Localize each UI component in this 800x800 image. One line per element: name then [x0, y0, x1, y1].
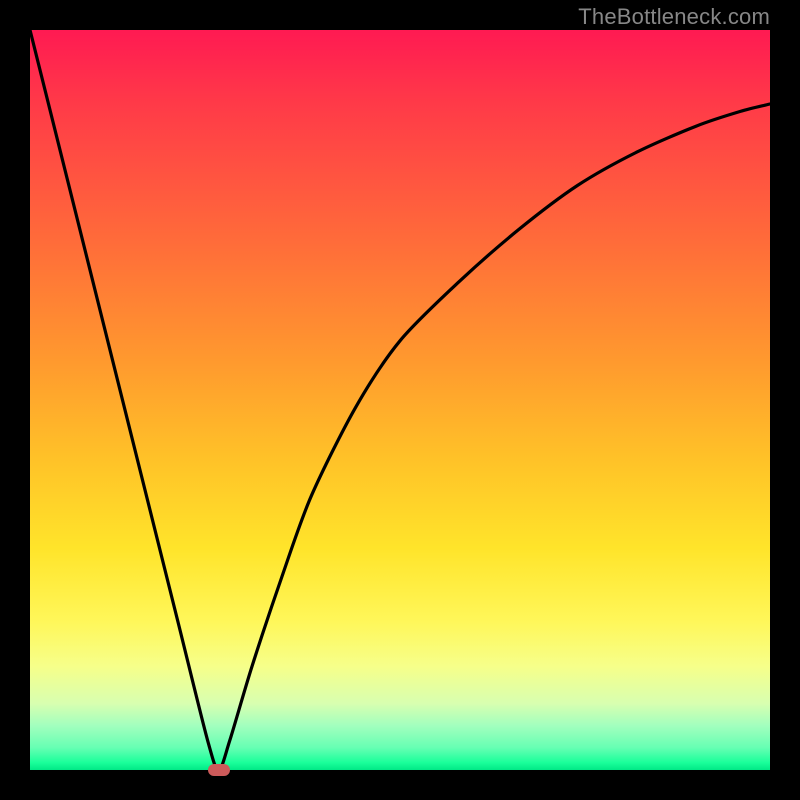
watermark-text: TheBottleneck.com [578, 4, 770, 30]
curve-layer [30, 30, 770, 770]
chart-frame: TheBottleneck.com [0, 0, 800, 800]
bottleneck-curve [30, 30, 770, 770]
plot-frame [30, 30, 770, 770]
minimum-marker [208, 764, 230, 776]
